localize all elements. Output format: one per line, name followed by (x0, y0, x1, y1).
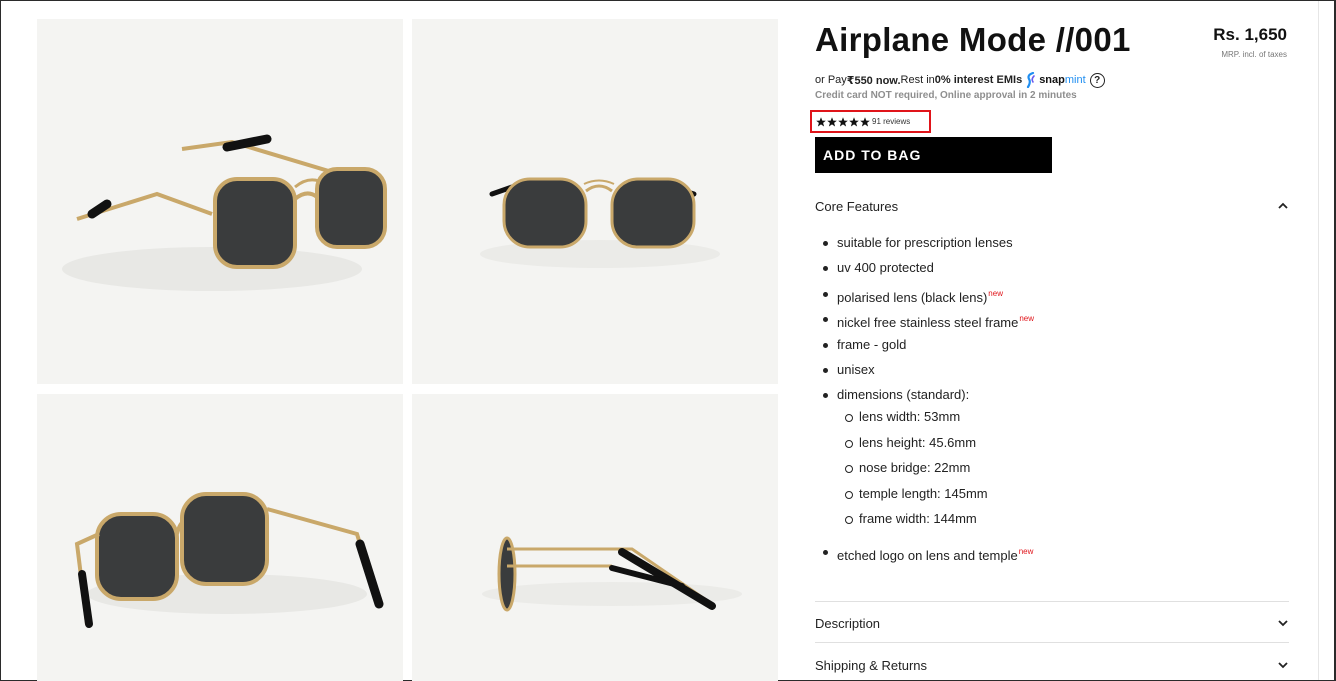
price-note: MRP. incl. of taxes (1221, 50, 1287, 59)
emi-offer: or Pay ₹550 now. Rest in 0% interest EMI… (815, 72, 1105, 88)
divider (815, 601, 1289, 602)
star-icon (849, 116, 859, 126)
star-icon (827, 116, 837, 126)
snapmint-brand-part2: mint (1064, 74, 1086, 86)
sunglasses-rear-view-icon (74, 492, 384, 628)
chevron-up-icon (1278, 202, 1288, 209)
product-image-1[interactable] (37, 19, 403, 384)
feature-text: polarised lens (black lens) (837, 289, 988, 305)
feature-item: nickel free stainless steel framenew (821, 310, 1034, 335)
emi-middle: Rest in (900, 74, 935, 86)
feature-text: dimensions (standard): (837, 387, 970, 403)
dimension-item: frame width: 144mm (837, 510, 1034, 535)
feature-text: suitable for prescription lenses (837, 235, 1013, 250)
new-badge: new (988, 288, 1003, 298)
snapmint-brand-part1: snap (1039, 74, 1065, 86)
accordion-shipping-returns[interactable]: Shipping & Returns (815, 654, 1289, 676)
emi-interest: 0% interest EMIs (934, 74, 1023, 86)
chevron-down-icon (1278, 620, 1288, 627)
accordion-description-label: Description (815, 615, 881, 631)
rating-stars (816, 116, 871, 127)
dimension-item: temple length: 145mm (837, 485, 1034, 510)
feature-text: nickel free stainless steel frame (837, 315, 1019, 331)
star-icon (838, 116, 848, 126)
product-image-4[interactable] (412, 394, 778, 681)
feature-text: uv 400 protected (837, 260, 934, 276)
product-title: Airplane Mode //001 (815, 21, 1131, 58)
add-to-bag-button[interactable]: ADD TO BAG (815, 137, 1052, 173)
help-icon[interactable]: ? (1089, 72, 1105, 88)
feature-item: polarised lens (black lens)new (821, 285, 1034, 310)
emi-note: Credit card NOT required, Online approva… (815, 90, 1077, 101)
chevron-down-icon (1278, 662, 1288, 669)
accordion-core-features-label: Core Features (815, 198, 899, 214)
feature-text: frame - gold (837, 336, 907, 352)
accordion-description[interactable]: Description (815, 612, 1289, 634)
feature-text: etched logo on lens and temple (837, 548, 1018, 564)
product-image-3[interactable] (37, 394, 403, 681)
divider (815, 642, 1289, 643)
rating-summary[interactable]: 91 reviews (810, 110, 931, 133)
emi-prefix: or Pay (815, 74, 847, 86)
dimension-item: lens width: 53mm (837, 408, 1034, 433)
sunglasses-front-view-icon (480, 177, 720, 268)
accordion-core-features[interactable]: Core Features (815, 195, 1289, 217)
dimension-item: nose bridge: 22mm (837, 459, 1034, 484)
feature-item: uv 400 protected (821, 259, 1034, 284)
feature-item: etched logo on lens and templenew (821, 543, 1034, 568)
dimensions-list: lens width: 53mm lens height: 45.6mm nos… (837, 408, 1034, 535)
accordion-shipping-label: Shipping & Returns (815, 657, 928, 673)
feature-item: unisex (821, 361, 1034, 386)
emi-amount: ₹550 now. (846, 74, 901, 87)
snapmint-icon (1027, 72, 1035, 88)
product-price: Rs. 1,650 (1213, 25, 1287, 44)
feature-item: frame - gold (821, 336, 1034, 361)
page-edge-divider (1318, 1, 1319, 680)
feature-text: unisex (837, 361, 875, 377)
star-icon (816, 116, 826, 126)
feature-item-dimensions: dimensions (standard): lens width: 53mm … (821, 386, 1034, 543)
reviews-link[interactable]: 91 reviews (872, 117, 910, 126)
sunglasses-side-view-icon (482, 536, 742, 612)
dimension-item: lens height: 45.6mm (837, 434, 1034, 459)
star-icon (860, 116, 870, 126)
core-features-list: suitable for prescription lenses uv 400 … (821, 234, 1034, 569)
product-image-2[interactable] (412, 19, 778, 384)
feature-item: suitable for prescription lenses (821, 234, 1034, 259)
snapmint-logo[interactable]: snap mint (1025, 72, 1086, 88)
new-badge: new (1018, 547, 1034, 557)
new-badge: new (1019, 314, 1035, 324)
sunglasses-three-quarter-view-icon (62, 134, 387, 291)
